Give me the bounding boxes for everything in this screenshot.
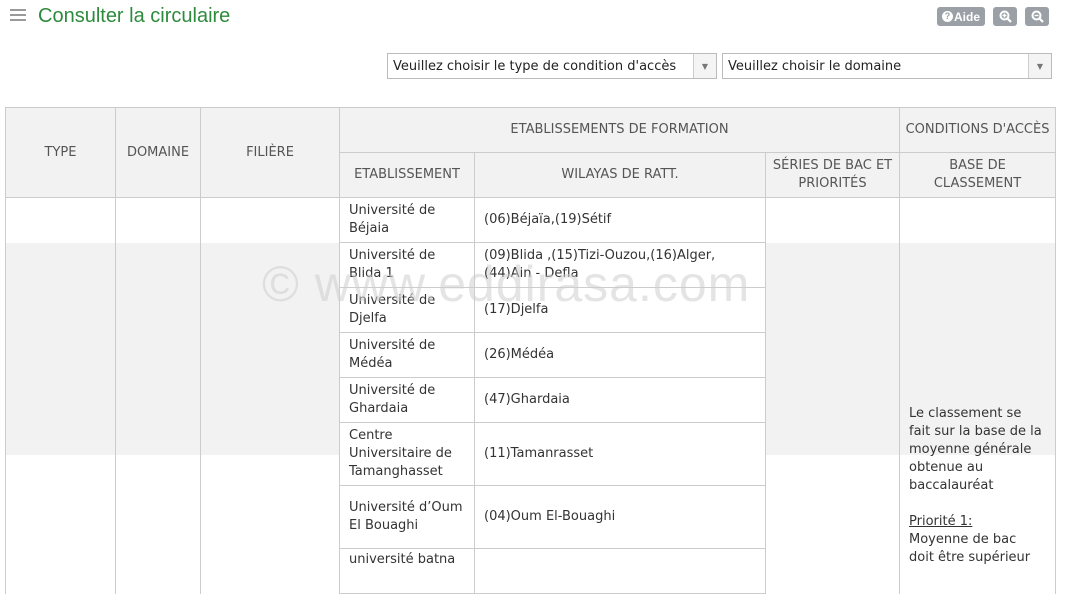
help-button[interactable]: ? Aide bbox=[936, 7, 985, 26]
help-label: Aide bbox=[953, 9, 980, 24]
header-etablissement: ETABLISSEMENT bbox=[339, 152, 475, 198]
wilaya-cell: (26)Médéa bbox=[474, 332, 766, 378]
header-conditions: CONDITIONS D'ACCÈS bbox=[899, 107, 1057, 153]
chevron-down-icon: ▼ bbox=[1028, 54, 1051, 78]
series-cell bbox=[764, 197, 901, 243]
wilaya-cell: (04)Oum El-Bouaghi bbox=[474, 485, 766, 549]
zoom-in-icon bbox=[999, 10, 1012, 23]
etab-cell: Université de Ghardaia bbox=[339, 377, 475, 423]
criteria-text: Le classement se fait sur la base de la … bbox=[909, 406, 1042, 493]
domain-value: Veuillez choisir le domaine bbox=[728, 58, 902, 74]
priority-label: Priorité 1: bbox=[909, 514, 973, 529]
etab-cell: université batna bbox=[339, 548, 475, 594]
wilaya-cell: (09)Blida ,(15)Tizi-Ouzou,(16)Alger, (44… bbox=[474, 242, 766, 288]
etab-cell: Université de Blida 1 bbox=[339, 242, 475, 288]
header-wilayas: WILAYAS DE RATT. bbox=[474, 152, 766, 198]
ranking-criteria: Le classement se fait sur la base de la … bbox=[909, 405, 1043, 567]
question-icon: ? bbox=[941, 11, 953, 22]
type-cell bbox=[5, 197, 116, 243]
header-type: TYPE bbox=[5, 107, 116, 198]
header-series: SÉRIES DE BAC ET PRIORITÉS bbox=[764, 152, 901, 198]
zoom-in-button[interactable] bbox=[993, 7, 1017, 26]
domain-select[interactable]: Veuillez choisir le domaine ▼ bbox=[722, 53, 1052, 79]
etab-cell: Université de Djelfa bbox=[339, 287, 475, 333]
page-title: Consulter la circulaire bbox=[38, 5, 231, 27]
chevron-down-icon: ▼ bbox=[693, 54, 716, 78]
domaine-cell bbox=[115, 197, 201, 243]
base-cell bbox=[899, 197, 1057, 243]
wilaya-cell: (47)Ghardaia bbox=[474, 377, 766, 423]
header-domaine: DOMAINE bbox=[115, 107, 201, 198]
filiere-cell bbox=[200, 197, 340, 243]
circular-table: TYPE DOMAINE FILIÈRE ETABLISSEMENTS DE F… bbox=[5, 107, 1057, 594]
etab-cell: Université de Béjaia bbox=[339, 197, 475, 243]
wilaya-cell bbox=[474, 548, 766, 594]
etab-cell: Centre Universitaire de Tamanghasset bbox=[339, 422, 475, 486]
priority-text: Moyenne de bac doit être supérieur bbox=[909, 532, 1031, 565]
zoom-out-button[interactable] bbox=[1025, 7, 1049, 26]
header-base: BASE DE CLASSEMENT bbox=[899, 152, 1057, 198]
access-type-value: Veuillez choisir le type de condition d'… bbox=[393, 58, 677, 74]
access-type-select[interactable]: Veuillez choisir le type de condition d'… bbox=[387, 53, 717, 79]
etab-cell: Université d’Oum El Bouaghi bbox=[339, 485, 475, 549]
header-filiere: FILIÈRE bbox=[200, 107, 340, 198]
header-etab-formation: ETABLISSEMENTS DE FORMATION bbox=[338, 107, 901, 153]
wilaya-cell: (06)Béjaïa,(19)Sétif bbox=[474, 197, 766, 243]
zoom-out-icon bbox=[1031, 10, 1044, 23]
etab-cell: Université de Médéa bbox=[339, 332, 475, 378]
menu-icon[interactable] bbox=[10, 9, 26, 23]
wilaya-cell: (17)Djelfa bbox=[474, 287, 766, 333]
wilaya-cell: (11)Tamanrasset bbox=[474, 422, 766, 486]
